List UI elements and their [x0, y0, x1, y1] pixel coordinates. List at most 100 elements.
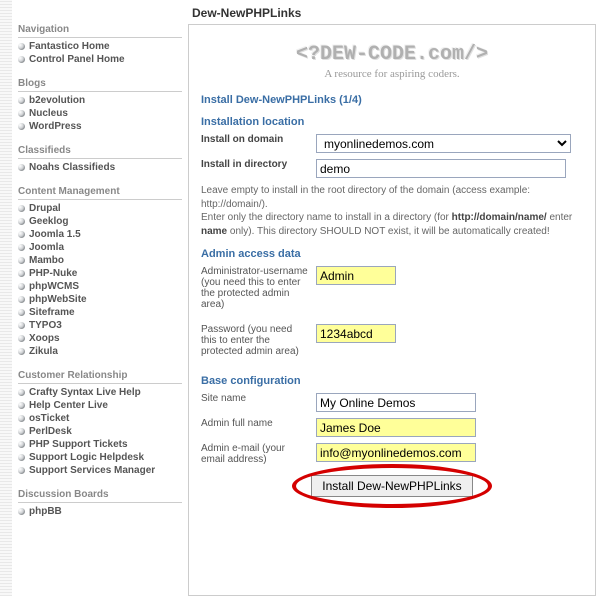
nav-item-label: Crafty Syntax Live Help [29, 387, 141, 398]
nav-item[interactable]: b2evolution [18, 94, 182, 107]
nav-item[interactable]: Nucleus [18, 107, 182, 120]
nav-heading: Customer Relationship [18, 370, 182, 384]
bullet-icon [18, 428, 25, 435]
nav-item[interactable]: Noahs Classifieds [18, 161, 182, 174]
nav-item[interactable]: Mambo [18, 254, 182, 267]
nav-item-label: WordPress [29, 121, 82, 132]
bullet-icon [18, 283, 25, 290]
nav-item-label: Xoops [29, 333, 60, 344]
nav-item[interactable]: Joomla 1.5 [18, 228, 182, 241]
nav-item-label: Help Center Live [29, 400, 108, 411]
nav-item-label: b2evolution [29, 95, 85, 106]
bullet-icon [18, 164, 25, 171]
input-admin-email[interactable] [316, 443, 476, 462]
bullet-icon [18, 415, 25, 422]
nav-item-label: osTicket [29, 413, 69, 424]
nav-item-label: Control Panel Home [29, 54, 125, 65]
input-admin-name[interactable] [316, 418, 476, 437]
nav-item-label: Nucleus [29, 108, 68, 119]
page-title: Dew-NewPHPLinks [188, 4, 596, 24]
label-site-name: Site name [201, 393, 316, 404]
bullet-icon [18, 270, 25, 277]
bullet-icon [18, 123, 25, 130]
bullet-icon [18, 43, 25, 50]
nav-item[interactable]: Xoops [18, 332, 182, 345]
nav-item-label: Zikula [29, 346, 58, 357]
bullet-icon [18, 309, 25, 316]
nav-item-label: Joomla [29, 242, 64, 253]
nav-item[interactable]: Drupal [18, 202, 182, 215]
nav-item[interactable]: Control Panel Home [18, 53, 182, 66]
sidebar: Navigation Fantastico Home Control Panel H… [12, 0, 188, 596]
nav-item[interactable]: Geeklog [18, 215, 182, 228]
main-panel: <?DEW-CODE.com/> A resource for aspiring… [188, 24, 596, 596]
nav-item-label: Joomla 1.5 [29, 229, 81, 240]
section-location: Installation location [201, 116, 583, 128]
input-site-name[interactable] [316, 393, 476, 412]
nav-item[interactable]: PerlDesk [18, 425, 182, 438]
nav-item-label: phpWCMS [29, 281, 79, 292]
bullet-icon [18, 205, 25, 212]
nav-item[interactable]: PHP-Nuke [18, 267, 182, 280]
nav-item[interactable]: Fantastico Home [18, 40, 182, 53]
nav-item-label: Mambo [29, 255, 64, 266]
nav-item[interactable]: Support Services Manager [18, 464, 182, 477]
nav-item[interactable]: osTicket [18, 412, 182, 425]
nav-item[interactable]: TYPO3 [18, 319, 182, 332]
nav-item[interactable]: Siteframe [18, 306, 182, 319]
bullet-icon [18, 441, 25, 448]
bullet-icon [18, 231, 25, 238]
nav-item-label: PHP Support Tickets [29, 439, 128, 450]
nav-item-label: Support Services Manager [29, 465, 155, 476]
nav-item-label: Geeklog [29, 216, 68, 227]
bullet-icon [18, 257, 25, 264]
install-button[interactable]: Install Dew-NewPHPLinks [311, 475, 472, 497]
bullet-icon [18, 335, 25, 342]
bullet-icon [18, 218, 25, 225]
nav-item-label: Drupal [29, 203, 61, 214]
nav-item-label: phpWebSite [29, 294, 87, 305]
section-admin: Admin access data [201, 248, 583, 260]
nav-item[interactable]: Help Center Live [18, 399, 182, 412]
logo-block: <?DEW-CODE.com/> A resource for aspiring… [201, 43, 583, 80]
location-help: Leave empty to install in the root direc… [201, 184, 583, 238]
bullet-icon [18, 296, 25, 303]
nav-item-label: TYPO3 [29, 320, 62, 331]
nav-item[interactable]: phpBB [18, 505, 182, 518]
nav-item-label: Siteframe [29, 307, 75, 318]
section-base: Base configuration [201, 375, 583, 387]
nav-item[interactable]: Joomla [18, 241, 182, 254]
nav-item-label: Fantastico Home [29, 41, 110, 52]
bullet-icon [18, 454, 25, 461]
nav-item[interactable]: phpWebSite [18, 293, 182, 306]
bullet-icon [18, 110, 25, 117]
bullet-icon [18, 467, 25, 474]
nav-item-label: phpBB [29, 506, 62, 517]
label-admin-name: Admin full name [201, 418, 316, 429]
nav-heading: Classifieds [18, 145, 182, 159]
bullet-icon [18, 56, 25, 63]
bullet-icon [18, 389, 25, 396]
brand-logo: <?DEW-CODE.com/> [201, 43, 583, 66]
nav-item[interactable]: Zikula [18, 345, 182, 358]
nav-heading: Navigation [18, 24, 182, 38]
bullet-icon [18, 244, 25, 251]
label-admin-user: Administrator-username (you need this to… [201, 266, 316, 310]
bullet-icon [18, 322, 25, 329]
nav-item-label: Support Logic Helpdesk [29, 452, 144, 463]
nav-heading: Content Management [18, 186, 182, 200]
input-admin-pass[interactable] [316, 324, 396, 343]
nav-item[interactable]: phpWCMS [18, 280, 182, 293]
nav-item-label: PerlDesk [29, 426, 72, 437]
input-install-dir[interactable] [316, 159, 566, 178]
label-install-dir: Install in directory [201, 159, 316, 170]
nav-item[interactable]: WordPress [18, 120, 182, 133]
bullet-icon [18, 348, 25, 355]
select-install-domain[interactable]: myonlinedemos.com [316, 134, 571, 153]
left-stripe [0, 0, 12, 596]
nav-item[interactable]: Support Logic Helpdesk [18, 451, 182, 464]
input-admin-user[interactable] [316, 266, 396, 285]
label-install-domain: Install on domain [201, 134, 316, 145]
nav-item[interactable]: Crafty Syntax Live Help [18, 386, 182, 399]
nav-item[interactable]: PHP Support Tickets [18, 438, 182, 451]
